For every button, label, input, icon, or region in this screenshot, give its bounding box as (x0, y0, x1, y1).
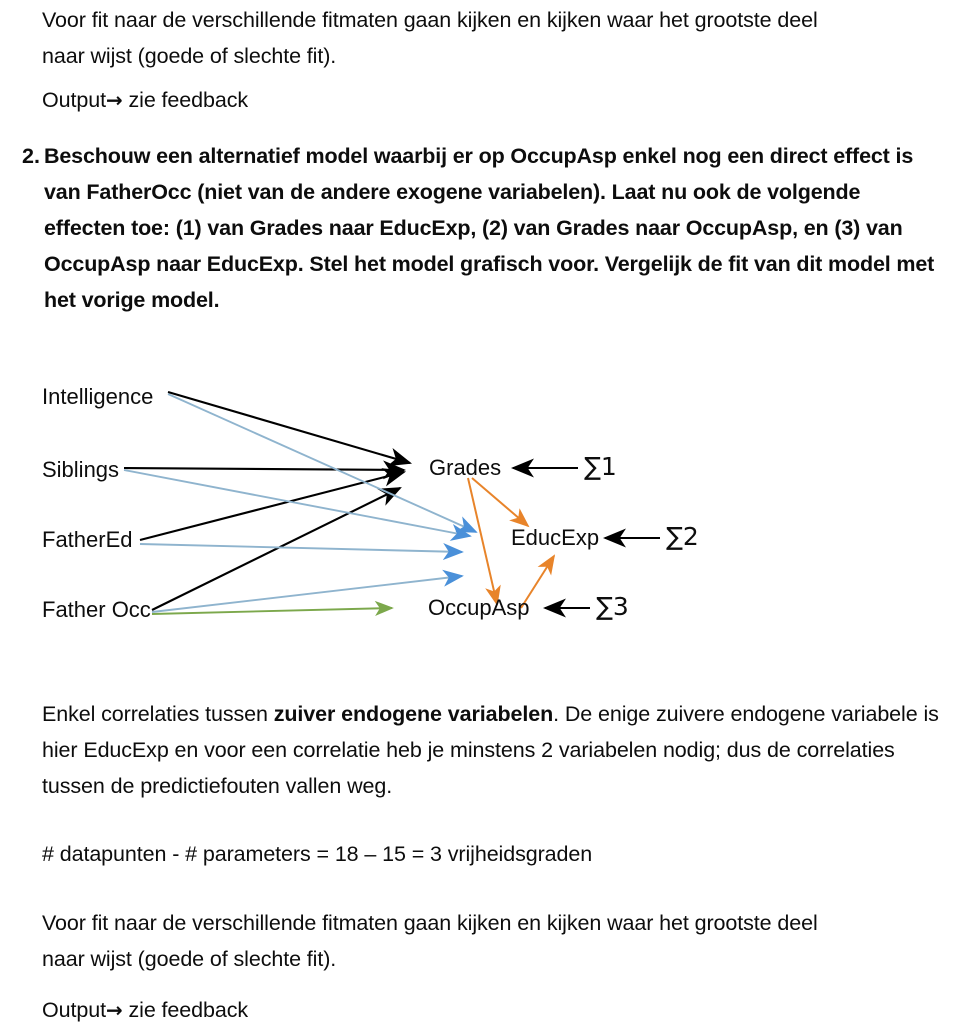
edges-to-grades (123, 390, 413, 611)
top-paragraph-line1: Voor fit naar de verschillende fitmaten … (42, 8, 818, 32)
node-siblings: Siblings (42, 457, 120, 482)
bottom-output-target: zie feedback (128, 998, 249, 1022)
top-output-label: Output (42, 88, 106, 112)
top-paragraph: Voor fit naar de verschillende fitmaten … (42, 2, 942, 74)
document-page: Voor fit naar de verschillende fitmaten … (0, 0, 960, 1024)
top-output-target: zie feedback (128, 88, 249, 112)
degrees-of-freedom-line: # datapunten - # parameters = 18 – 15 = … (42, 842, 593, 866)
node-intelligence: Intelligence (42, 384, 154, 409)
top-output-line: Output→ zie feedback (42, 82, 248, 118)
bottom-output-line: Output→ zie feedback (42, 992, 248, 1024)
bottom-paragraph-line1: Voor fit naar de verschillende fitmaten … (42, 911, 818, 935)
path-diagram: Intelligence Siblings FatherEd Father Oc… (0, 360, 960, 650)
node-fathered: FatherEd (42, 527, 133, 552)
disturbance-2: ∑2 (666, 522, 699, 551)
bottom-paragraph: Voor fit naar de verschillende fitmaten … (42, 905, 952, 977)
question-list-item: 2. Beschouw een alternatief model waarbi… (22, 138, 942, 318)
edge-fatherocc-to-occupasp (151, 600, 394, 617)
question-number: 2. (22, 144, 40, 168)
bottom-output-label: Output (42, 998, 106, 1022)
node-occupasp: OccupAsp (428, 595, 530, 620)
node-educexp: EducExp (511, 525, 600, 550)
right-arrow-icon-bottom: → (105, 998, 123, 1022)
node-grades: Grades (429, 455, 502, 480)
right-arrow-icon: → (105, 88, 123, 112)
disturbance-3: ∑3 (596, 592, 629, 621)
node-fatherocc: Father Occ (42, 597, 151, 622)
question-text: Beschouw een alternatief model waarbij e… (44, 144, 935, 312)
edges-to-educexp (123, 393, 478, 613)
explanation-paragraph: Enkel correlaties tussen zuiver endogene… (42, 696, 952, 804)
explanation-emphasis: zuiver endogene variabelen (273, 702, 554, 726)
top-paragraph-line2: naar wijst (goede of slechte fit). (42, 44, 337, 68)
edge-grades-to-educexp (471, 477, 530, 528)
bottom-paragraph-line2: naar wijst (goede of slechte fit). (42, 947, 337, 971)
explanation-lead: Enkel correlaties tussen (42, 702, 274, 726)
disturbance-1: ∑1 (584, 452, 617, 481)
